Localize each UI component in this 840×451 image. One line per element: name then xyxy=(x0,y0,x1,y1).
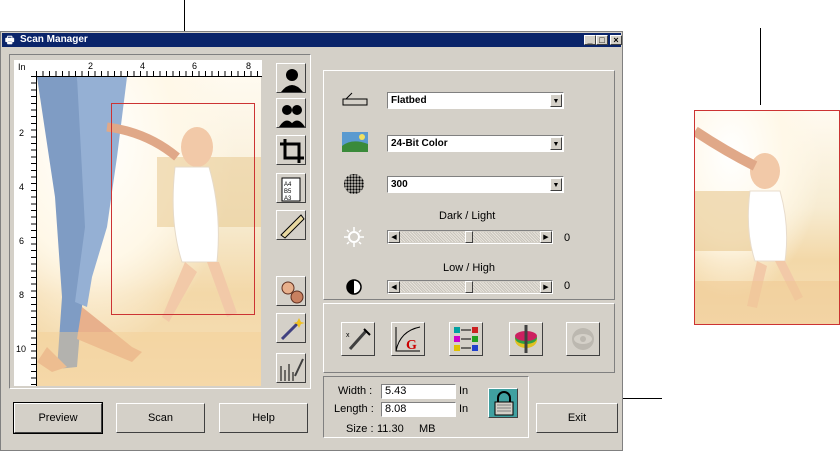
group-icon xyxy=(279,105,305,127)
close-button[interactable]: × xyxy=(610,35,622,45)
adjust-color-balance-button[interactable] xyxy=(449,322,483,356)
ruler-unit: In xyxy=(18,62,26,72)
lock-aspect-button[interactable] xyxy=(488,388,518,418)
length-field[interactable]: 8.08 xyxy=(381,402,456,417)
resolution-value: 300 xyxy=(391,179,408,190)
ruler-top-mark: 8 xyxy=(246,61,252,71)
tool-faces[interactable] xyxy=(276,276,306,306)
resolution-dropdown-arrow[interactable]: ▼ xyxy=(550,178,562,191)
tool-magic[interactable] xyxy=(276,313,306,343)
source-dropdown-arrow[interactable]: ▼ xyxy=(550,94,562,107)
curve-g-icon: G xyxy=(395,326,421,353)
svg-text:B5: B5 xyxy=(284,189,292,195)
tool-crop[interactable] xyxy=(276,135,306,165)
color-mode-dropdown-arrow[interactable]: ▼ xyxy=(550,137,562,150)
contrast-icon xyxy=(346,279,362,295)
ruler-top: In 2 4 6 8 xyxy=(14,60,262,77)
adjust-eyedropper-button[interactable]: x xyxy=(341,322,375,356)
color-mode-icon xyxy=(342,132,368,152)
brightness-left-arrow[interactable]: ◀ xyxy=(388,231,400,243)
halftone-icon xyxy=(344,174,364,194)
adjust-curve-button[interactable]: G xyxy=(391,322,425,356)
contrast-label: Low / High xyxy=(443,262,495,274)
svg-text:G: G xyxy=(406,338,417,353)
preview-image[interactable] xyxy=(37,77,261,386)
width-label: Width : xyxy=(338,385,373,397)
app-logo-icon: 🖶 xyxy=(5,35,15,46)
cropped-image-preview xyxy=(694,110,840,325)
callout-line-cropped xyxy=(760,28,761,105)
eyedropper-graph-icon xyxy=(280,358,304,381)
lock-icon xyxy=(494,391,514,416)
source-value: Flatbed xyxy=(391,95,427,106)
brightness-slider[interactable]: ◀ ▶ xyxy=(387,230,553,244)
size-label: Size : xyxy=(346,423,374,435)
brightness-label: Dark / Light xyxy=(439,210,496,222)
portrait-icon xyxy=(281,69,303,92)
resolution-select[interactable]: 300 ▼ xyxy=(387,176,564,193)
adjust-eye-button[interactable] xyxy=(566,322,600,356)
length-label: Length : xyxy=(334,403,374,415)
ruler-left: 2 4 6 8 10 xyxy=(14,76,37,386)
brightness-thumb[interactable] xyxy=(465,231,473,243)
adjust-hue-button[interactable] xyxy=(509,322,543,356)
brightness-value: 0 xyxy=(564,232,571,244)
color-balance-icon xyxy=(454,327,478,351)
cropped-image-art xyxy=(695,126,839,324)
color-mode-select[interactable]: 24-Bit Color ▼ xyxy=(387,135,564,152)
hue-icon xyxy=(515,325,537,353)
ruler-top-mark: 4 xyxy=(140,61,146,71)
ruler-left-mark: 8 xyxy=(19,290,25,300)
tool-paper-size[interactable]: A4 B5 A3 xyxy=(276,173,306,203)
width-field[interactable]: 5.43 xyxy=(381,384,456,399)
size-value: 11.30 xyxy=(377,423,404,435)
source-select[interactable]: Flatbed ▼ xyxy=(387,92,564,109)
maximize-button[interactable]: □ xyxy=(596,35,608,45)
selection-rectangle[interactable] xyxy=(111,103,255,315)
help-button[interactable]: Help xyxy=(219,403,308,433)
sun-icon xyxy=(344,227,364,247)
ruler-left-mark: 10 xyxy=(16,344,27,354)
exit-button[interactable]: Exit xyxy=(536,403,618,433)
ruler-left-mark: 4 xyxy=(19,182,25,192)
tool-portrait[interactable] xyxy=(276,63,306,93)
faces-icon xyxy=(281,281,304,304)
size-unit: MB xyxy=(419,423,436,435)
svg-text:A3: A3 xyxy=(284,196,292,202)
eyedropper-icon: x xyxy=(346,328,371,350)
tool-group[interactable] xyxy=(276,98,306,128)
flatbed-icon xyxy=(342,92,368,106)
ruler-left-mark: 2 xyxy=(19,128,25,138)
crop-icon xyxy=(280,139,304,163)
paper-size-icon: A4B5A3 xyxy=(281,177,301,202)
minimize-button[interactable]: _ xyxy=(584,35,596,45)
scan-button[interactable]: Scan xyxy=(116,403,205,433)
tool-eyedropper-graph[interactable] xyxy=(276,353,306,383)
color-mode-value: 24-Bit Color xyxy=(391,138,448,149)
scan-manager-window: 🖶 Scan Manager _ □ × In 2 4 6 8 2 4 6 8 … xyxy=(0,31,623,451)
magic-wand-icon xyxy=(280,318,305,341)
ruler-top-mark: 6 xyxy=(192,61,198,71)
title-bar: 🖶 Scan Manager _ □ × xyxy=(2,33,622,47)
brightness-right-arrow[interactable]: ▶ xyxy=(540,231,552,243)
contrast-thumb[interactable] xyxy=(465,281,473,293)
eye-icon xyxy=(572,328,594,350)
svg-text:x: x xyxy=(346,332,350,339)
contrast-slider[interactable]: ◀ ▶ xyxy=(387,280,553,294)
length-unit: In xyxy=(459,403,469,415)
contrast-value: 0 xyxy=(564,280,571,292)
svg-text:A4: A4 xyxy=(284,182,292,188)
width-unit: In xyxy=(459,385,469,397)
tool-ruler[interactable] xyxy=(276,210,306,240)
contrast-right-arrow[interactable]: ▶ xyxy=(540,281,552,293)
ruler-left-mark: 6 xyxy=(19,236,25,246)
ruler-top-mark: 2 xyxy=(88,61,94,71)
ruler-icon xyxy=(280,214,305,239)
window-title: Scan Manager xyxy=(20,34,88,45)
contrast-left-arrow[interactable]: ◀ xyxy=(388,281,400,293)
preview-button[interactable]: Preview xyxy=(13,402,103,434)
